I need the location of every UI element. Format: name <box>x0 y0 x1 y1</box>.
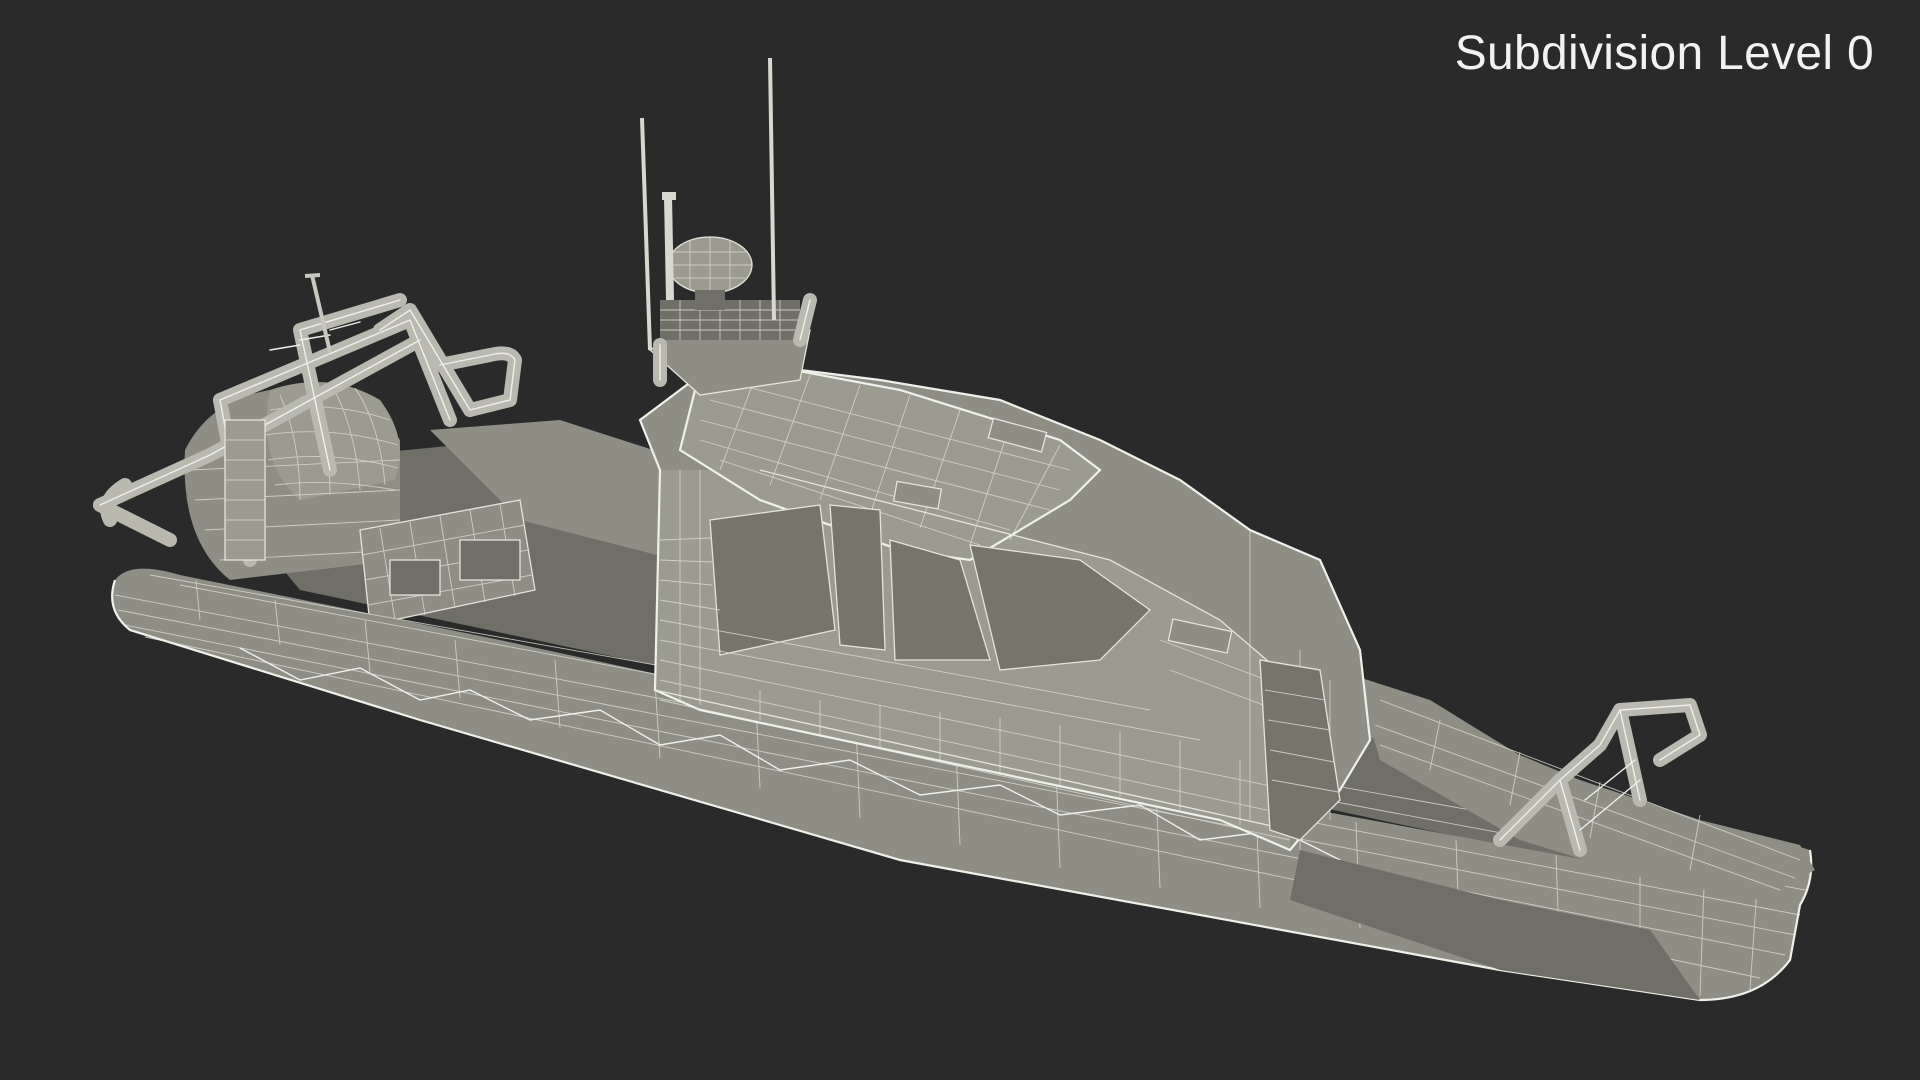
antenna-mid <box>664 195 674 301</box>
antenna-left <box>640 117 652 351</box>
radar-mast <box>640 57 817 396</box>
antenna-right <box>768 57 776 321</box>
render-viewport: Subdivision Level 0 <box>0 0 1920 1080</box>
boat-wireframe-model <box>93 57 1815 1002</box>
